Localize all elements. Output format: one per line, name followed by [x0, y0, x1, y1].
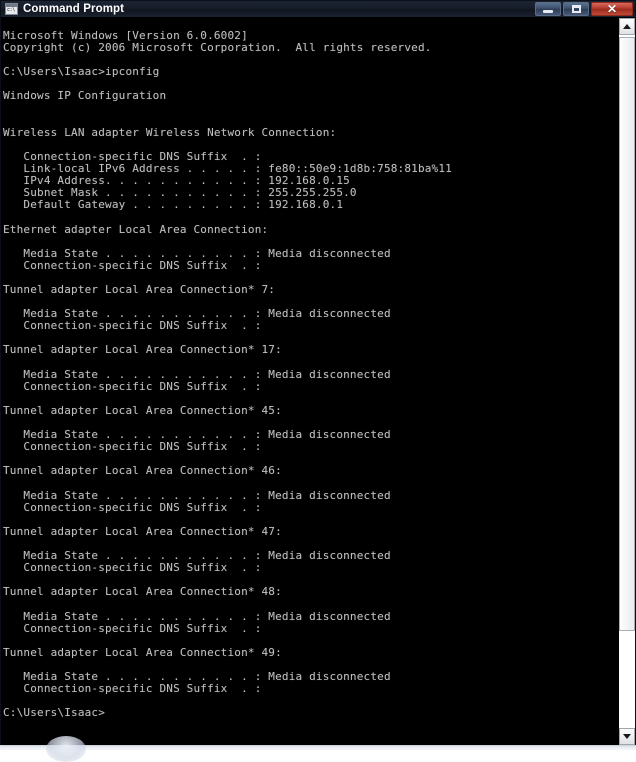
scrollbar-track[interactable]: [619, 35, 635, 728]
window-title: Command Prompt: [23, 3, 125, 15]
console-area: Microsoft Windows [Version 6.0.6002] Cop…: [1, 18, 635, 745]
scroll-up-button[interactable]: [619, 18, 635, 35]
close-icon: ✕: [606, 2, 618, 16]
console-output[interactable]: Microsoft Windows [Version 6.0.6002] Cop…: [1, 29, 618, 734]
taskbar-strip[interactable]: [0, 745, 636, 750]
command-prompt-window[interactable]: c:\ Command Prompt ✕ Microsoft Windows […: [0, 0, 636, 746]
icon-prompt-text: c:\: [7, 7, 15, 13]
minimize-icon: [543, 9, 553, 13]
console-window-icon: c:\: [5, 3, 18, 15]
scroll-down-button[interactable]: [619, 728, 635, 745]
window-controls: ✕: [535, 2, 633, 16]
restore-icon: [571, 5, 581, 13]
minimize-button[interactable]: [535, 2, 561, 16]
restore-button[interactable]: [563, 2, 589, 16]
chevron-up-icon: [623, 24, 631, 29]
close-button[interactable]: ✕: [591, 2, 633, 16]
chevron-down-icon: [623, 734, 631, 739]
window-titlebar[interactable]: c:\ Command Prompt ✕: [1, 1, 635, 18]
scrollbar-thumb[interactable]: [619, 37, 635, 631]
vertical-scrollbar[interactable]: [618, 18, 635, 745]
